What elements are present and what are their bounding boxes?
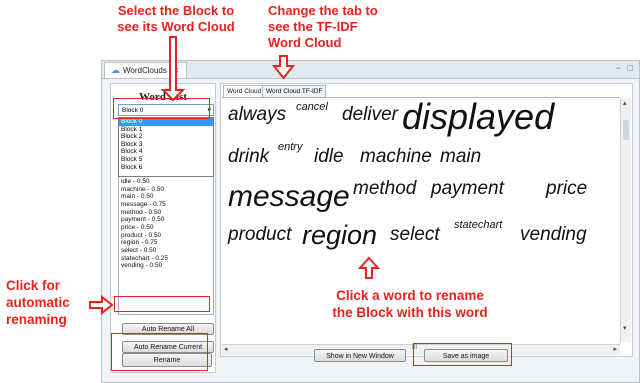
cloud-word[interactable]: message	[228, 180, 350, 214]
highlight-auto-rename-all	[114, 296, 210, 312]
annotation-line: the Block with this word	[332, 305, 488, 320]
cloud-word[interactable]: vending	[520, 224, 587, 246]
block-dropdown[interactable]: Block 0 Block 1 Block 2 Block 3 Block 4 Block…	[118, 117, 214, 177]
cloud-word[interactable]: cancel	[296, 101, 328, 113]
list-item[interactable]: main - 0.50	[119, 193, 213, 201]
list-item[interactable]: message - 0.75	[119, 201, 213, 209]
list-item[interactable]: region - 0.75	[119, 239, 213, 247]
block-dropdown-items: Block 0 Block 1 Block 2 Block 3 Block 4 Block…	[119, 118, 213, 171]
block-option[interactable]: Block 6	[119, 164, 213, 172]
cloud-word[interactable]: displayed	[402, 96, 554, 138]
cloud-word[interactable]: idle	[314, 146, 344, 168]
cloud-icon: ☁	[111, 65, 120, 75]
annotation-line: Change the tab to	[268, 3, 378, 18]
block-option[interactable]: Block 4	[119, 148, 213, 156]
cloud-word[interactable]: statechart	[454, 219, 502, 231]
cloud-word[interactable]: always	[228, 104, 286, 126]
cloud-word[interactable]: select	[390, 224, 440, 246]
cloud-word[interactable]: main	[440, 146, 481, 168]
scroll-left-icon[interactable]: ◂	[224, 345, 228, 353]
word-list-items: idle - 0.50 machine - 0.50 main - 0.50 mess…	[119, 178, 213, 270]
cloud-word[interactable]: machine	[360, 146, 432, 168]
view-tabbar: ☁ WordClouds ✕ − □	[102, 61, 639, 79]
cloud-word[interactable]: deliver	[342, 104, 398, 126]
list-item[interactable]: select - 0.50	[119, 247, 213, 255]
tab-word-cloud[interactable]: Word Cloud	[223, 85, 266, 97]
block-option[interactable]: Block 0	[119, 118, 213, 126]
annotation-line: renaming	[6, 312, 67, 327]
auto-rename-annotation: Click for automatic renaming	[6, 277, 86, 328]
list-item[interactable]: vending - 0.50	[119, 262, 213, 270]
highlight-save	[413, 343, 512, 366]
list-item[interactable]: machine - 0.50	[119, 186, 213, 194]
list-item[interactable]: payment - 0.50	[119, 216, 213, 224]
vertical-scrollbar[interactable]: ▴ ▾	[620, 98, 631, 342]
highlight-rename	[111, 333, 208, 371]
change-tab-annotation: Change the tab to see the TF-IDF Word Cl…	[268, 3, 418, 51]
scroll-up-icon[interactable]: ▴	[623, 99, 627, 107]
list-item[interactable]: idle - 0.50	[119, 178, 213, 186]
word-list-panel: Word List Block 0 ▾ idle - 0.50 machine -…	[110, 83, 216, 373]
scroll-down-icon[interactable]: ▾	[623, 324, 627, 332]
annotation-line: Click for	[6, 278, 61, 293]
block-option[interactable]: Block 1	[119, 126, 213, 134]
list-item[interactable]: method - 0.50	[119, 209, 213, 217]
tab-word-cloud-tfidf[interactable]: Word Cloud TF-IDF	[262, 85, 327, 97]
view-tab-label: WordClouds	[123, 66, 167, 75]
annotation-line: see its Word Cloud	[117, 19, 235, 34]
list-item[interactable]: product - 0.50	[119, 232, 213, 240]
cloud-word[interactable]: price	[546, 178, 587, 200]
cloud-word[interactable]: entry	[278, 141, 302, 153]
cloud-word[interactable]: payment	[431, 178, 504, 200]
scroll-thumb[interactable]	[623, 120, 629, 140]
annotation-line: Click a word to rename	[336, 288, 484, 303]
annotation-line: automatic	[6, 295, 70, 310]
annotation-line: see the TF-IDF	[268, 19, 358, 34]
cloud-word[interactable]: drink	[228, 146, 269, 168]
close-icon[interactable]: ✕	[173, 63, 180, 78]
cloud-word[interactable]: product	[228, 224, 291, 246]
select-block-annotation: Select the Block to see its Word Cloud	[96, 3, 256, 35]
block-option[interactable]: Block 2	[119, 133, 213, 141]
highlight-block-select	[113, 98, 210, 119]
annotation-line: Select the Block to	[117, 3, 235, 18]
block-option[interactable]: Block 3	[119, 141, 213, 149]
scroll-right-icon[interactable]: ▸	[613, 345, 617, 353]
annotation-line: Word Cloud	[268, 35, 342, 50]
wordclouds-view-tab[interactable]: ☁ WordClouds ✕	[104, 62, 187, 78]
cloud-word[interactable]: method	[353, 178, 416, 200]
cloud-word[interactable]: region	[302, 220, 377, 251]
click-word-annotation: Click a word to rename the Block with th…	[320, 287, 500, 321]
list-item[interactable]: statechart - 0.25	[119, 255, 213, 263]
list-item[interactable]: price - 0.50	[119, 224, 213, 232]
show-in-new-window-button[interactable]: Show in New Window	[314, 349, 406, 362]
window-controls[interactable]: − □	[616, 63, 635, 73]
block-option[interactable]: Block 5	[119, 156, 213, 164]
